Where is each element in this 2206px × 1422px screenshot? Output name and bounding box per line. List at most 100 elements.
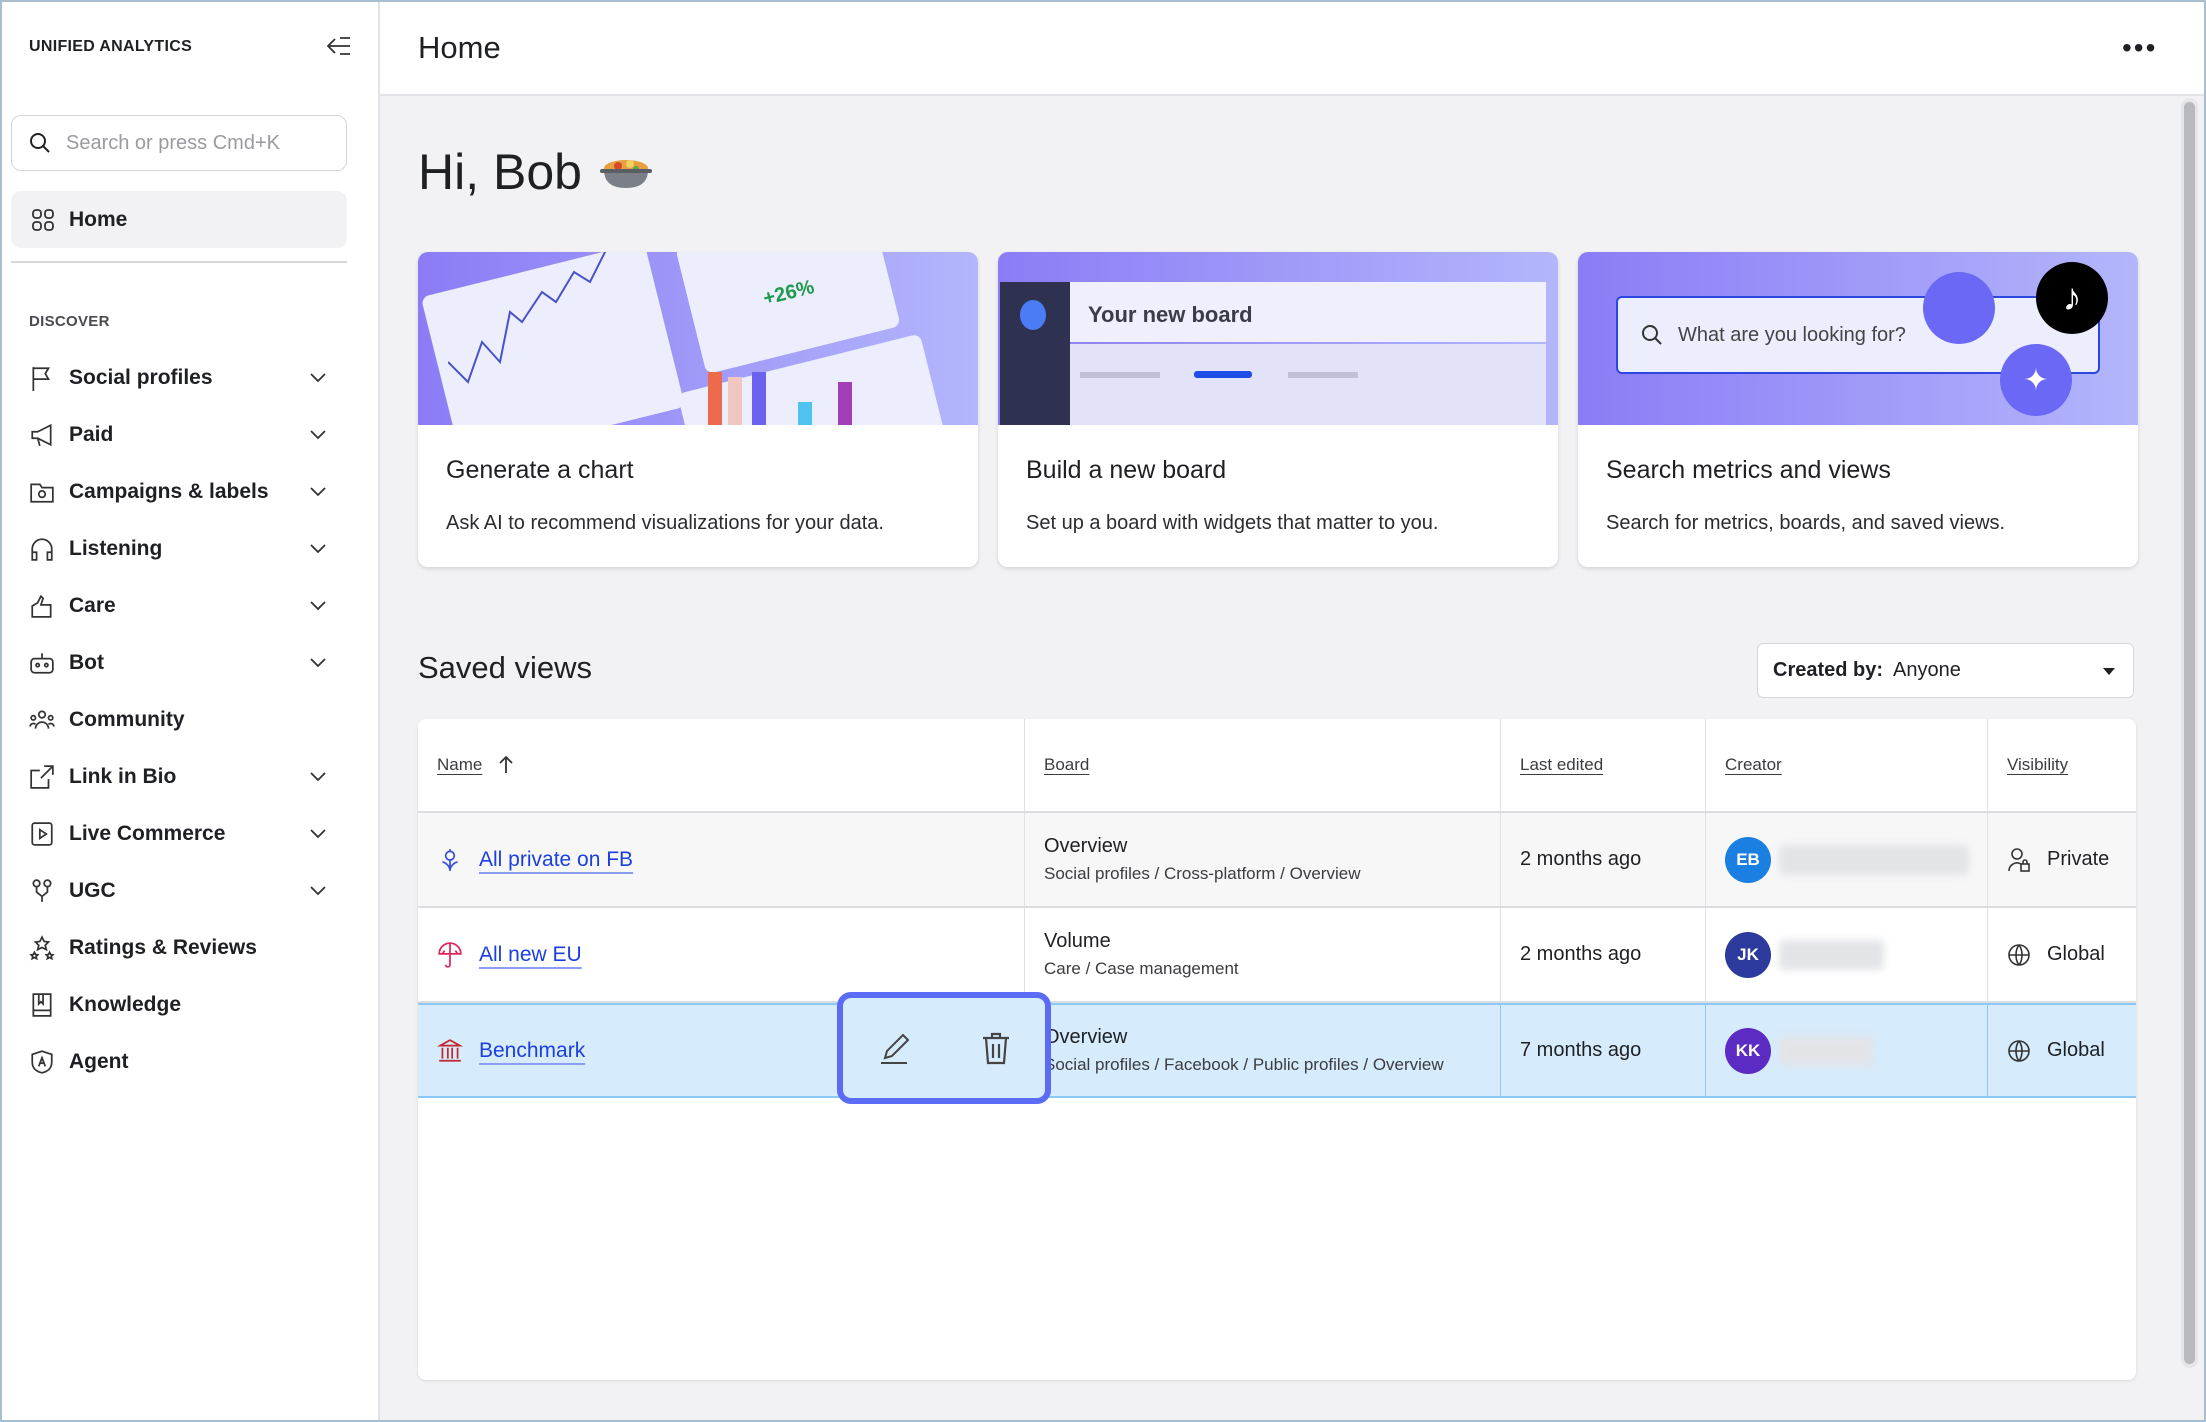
trash-icon[interactable] <box>980 1030 1012 1066</box>
board-cell: Volume Care / Case management <box>1024 908 1500 1001</box>
redacted-creator-name <box>1779 939 1884 970</box>
top-bar: Home ••• <box>380 0 2206 96</box>
chevron-down-icon[interactable] <box>308 538 328 558</box>
card-build-board[interactable]: Your new board Build a new board Set up … <box>998 252 1558 567</box>
sidebar-item-ratings-reviews[interactable]: Ratings & Reviews <box>0 919 378 976</box>
view-name-link[interactable]: All new EU <box>479 943 582 967</box>
last-edited: 2 months ago <box>1520 848 1642 870</box>
card-search-metrics[interactable]: What are you looking for? ♪ ✦ Search met… <box>1578 252 2138 567</box>
ugc-icon <box>32 878 52 902</box>
sidebar-divider <box>11 261 347 263</box>
scrollbar[interactable] <box>2181 98 2198 1368</box>
filter-label: Created by: <box>1773 659 1884 681</box>
pot-emoji-icon <box>599 160 652 188</box>
chart-illustration: +26% <box>418 252 978 425</box>
board-path: Social profiles / Cross-platform / Overv… <box>1044 864 1361 883</box>
megaphone-icon <box>31 423 52 446</box>
sidebar-item-social-profiles[interactable]: Social profiles <box>0 349 378 406</box>
sidebar-item-label: Care <box>69 593 116 617</box>
visibility-cell: Global <box>1987 1005 2136 1096</box>
table-row[interactable]: All new EU Volume Care / Case management … <box>418 908 2136 1003</box>
avatar: JK <box>1725 931 1771 978</box>
chevron-down-icon[interactable] <box>308 766 328 786</box>
board-path: Care / Case management <box>1044 959 1239 978</box>
visibility: Global <box>2047 943 2105 965</box>
sidebar-item-label: Paid <box>69 422 114 446</box>
board-title-art: Your new board <box>1088 302 1253 327</box>
column-header-label: Last edited <box>1520 755 1604 774</box>
name-cell: All new EU <box>418 908 1024 1001</box>
creator-cell: KK <box>1705 1005 1987 1096</box>
column-header[interactable]: Board <box>1024 719 1500 811</box>
sidebar-item-campaigns-labels[interactable]: Campaigns & labels <box>0 463 378 520</box>
folder-icon <box>30 483 54 503</box>
greeting: Hi, Bob <box>418 143 652 201</box>
last-edited-cell: 2 months ago <box>1500 908 1705 1001</box>
sparkle-icon: ✦ <box>2000 344 2072 416</box>
sidebar-item-label: Campaigns & labels <box>69 479 269 503</box>
chevron-down-icon[interactable] <box>308 823 328 843</box>
search-icon <box>30 133 50 153</box>
chevron-down-icon[interactable] <box>308 481 328 501</box>
chevron-down-icon[interactable] <box>308 367 328 387</box>
sidebar-nav: Social profiles Paid Campaigns & labels … <box>0 349 378 1090</box>
sidebar-item-label: Live Commerce <box>69 821 226 845</box>
board-path: Social profiles / Facebook / Public prof… <box>1044 1055 1444 1074</box>
sidebar-item-link-in-bio[interactable]: Link in Bio <box>0 748 378 805</box>
sidebar-item-label: Social profiles <box>69 365 213 389</box>
home-label: Home <box>69 207 128 231</box>
visibility-cell: Global <box>1987 908 2136 1001</box>
chevron-down-icon[interactable] <box>308 880 328 900</box>
sidebar-item-care[interactable]: Care <box>0 577 378 634</box>
card-description: Ask AI to recommend visualizations for y… <box>446 512 884 534</box>
view-name-link[interactable]: Benchmark <box>479 1039 585 1063</box>
name-cell: All private on FB <box>418 813 1024 906</box>
table-row[interactable]: All private on FB Overview Social profile… <box>418 813 2136 908</box>
sidebar-item-label: Knowledge <box>69 992 182 1016</box>
sidebar-item-live-commerce[interactable]: Live Commerce <box>0 805 378 862</box>
sidebar-item-bot[interactable]: Bot <box>0 634 378 691</box>
view-name-link[interactable]: All private on FB <box>479 848 633 872</box>
search-input[interactable]: Search or press Cmd+K <box>11 115 347 171</box>
card-description: Search for metrics, boards, and saved vi… <box>1606 512 2006 534</box>
creator-cell: JK <box>1705 908 1987 1001</box>
card-description: Set up a board with widgets that matter … <box>1026 512 1439 534</box>
search-placeholder: Search or press Cmd+K <box>66 131 280 154</box>
sidebar-item-agent[interactable]: Agent <box>0 1033 378 1090</box>
chevron-down-icon[interactable] <box>308 652 328 672</box>
sidebar-item-label: Agent <box>69 1049 129 1073</box>
last-edited: 7 months ago <box>1520 1039 1642 1061</box>
collapse-sidebar-icon[interactable] <box>326 34 352 58</box>
column-header[interactable]: Name <box>418 719 1024 811</box>
card-generate-chart[interactable]: +26% Generate a chart Ask AI to recommen… <box>418 252 978 567</box>
search-art-text: What are you looking for? <box>1678 323 1906 346</box>
care-icon <box>31 594 52 618</box>
sidebar-item-label: UGC <box>69 878 116 902</box>
sidebar-item-ugc[interactable]: UGC <box>0 862 378 919</box>
tiktok-icon: ♪ <box>2036 262 2108 334</box>
chevron-down-icon[interactable] <box>308 595 328 615</box>
last-edited-cell: 7 months ago <box>1500 1005 1705 1096</box>
column-header[interactable]: Visibility <box>1987 719 2136 811</box>
created-by-dropdown[interactable]: Created by: Anyone <box>1757 643 2134 698</box>
edit-icon[interactable] <box>877 1030 913 1066</box>
caret-down-icon <box>2103 668 2115 675</box>
view-type-icon <box>442 848 458 871</box>
sidebar-item-label: Bot <box>69 650 104 674</box>
column-header-label: Board <box>1044 755 1090 774</box>
visibility: Private <box>2047 848 2110 870</box>
column-header[interactable]: Last edited <box>1500 719 1705 811</box>
sidebar-item-knowledge[interactable]: Knowledge <box>0 976 378 1033</box>
chevron-down-icon[interactable] <box>308 424 328 444</box>
sidebar-item-label: Community <box>69 707 185 731</box>
more-options-icon[interactable]: ••• <box>2122 34 2157 62</box>
sidebar-item-home[interactable]: Home <box>11 191 347 248</box>
sidebar-item-listening[interactable]: Listening <box>0 520 378 577</box>
link-icon <box>30 764 54 789</box>
column-header[interactable]: Creator <box>1705 719 1987 811</box>
scrollbar-thumb[interactable] <box>2184 102 2195 1364</box>
sidebar-item-paid[interactable]: Paid <box>0 406 378 463</box>
saved-views-title: Saved views <box>418 650 593 685</box>
table-row[interactable]: Benchmark Overview Social profiles / Face… <box>418 1003 2136 1098</box>
sidebar-item-community[interactable]: Community <box>0 691 378 748</box>
